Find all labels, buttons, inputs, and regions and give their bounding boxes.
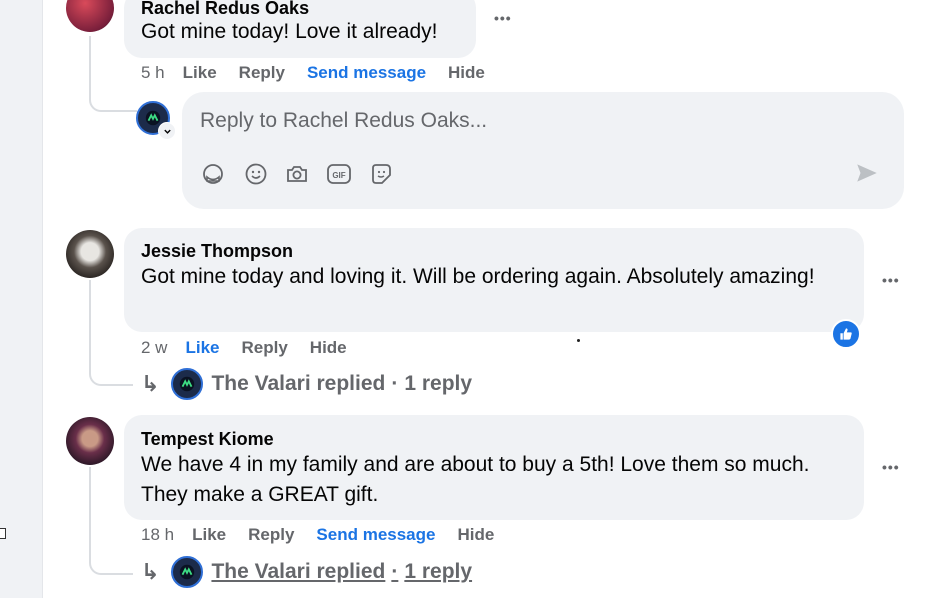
emoji-icon[interactable]: [242, 160, 270, 188]
avatar-jessie[interactable]: [66, 230, 114, 278]
hide-button[interactable]: Hide: [457, 525, 494, 545]
reply-input[interactable]: [198, 102, 802, 140]
page-avatar: [171, 368, 204, 400]
hide-button[interactable]: Hide: [448, 63, 485, 83]
comment-time[interactable]: 2 w: [141, 338, 167, 358]
like-reaction-icon[interactable]: [831, 319, 861, 349]
page-avatar: [171, 556, 204, 588]
like-button[interactable]: Like: [183, 63, 217, 83]
like-button[interactable]: Like: [192, 525, 226, 545]
chevron-down-icon[interactable]: [158, 122, 176, 140]
left-edge-marker: [0, 528, 6, 539]
reply-count[interactable]: 1 reply: [404, 560, 472, 584]
more-options-icon[interactable]: •••: [494, 10, 512, 26]
replied-by-label[interactable]: The Valari replied: [211, 560, 385, 584]
avatar-rachel[interactable]: [66, 0, 114, 32]
brand-logo-icon: [180, 564, 195, 580]
hide-button[interactable]: Hide: [310, 338, 347, 358]
gif-icon[interactable]: GIF: [325, 160, 353, 188]
comment-actions: 5 h Like Reply Send message Hide: [141, 61, 507, 85]
reply-button[interactable]: Reply: [248, 525, 294, 545]
reply-composer: GIF: [182, 92, 904, 209]
svg-text:GIF: GIF: [332, 171, 345, 180]
replied-by-label[interactable]: The Valari replied: [211, 372, 385, 396]
reply-button[interactable]: Reply: [242, 338, 288, 358]
camera-icon[interactable]: [283, 160, 311, 188]
avatar-tempest[interactable]: [66, 417, 114, 465]
comment-author[interactable]: Jessie Thompson: [141, 240, 293, 262]
reply-arrow-icon: ↳: [141, 559, 160, 584]
like-button[interactable]: Like: [185, 338, 219, 358]
comment-text: Got mine today! Love it already!: [141, 20, 438, 43]
reply-button[interactable]: Reply: [239, 63, 285, 83]
send-icon[interactable]: [854, 160, 882, 188]
comment-time[interactable]: 18 h: [141, 525, 174, 545]
stray-pixel: [577, 339, 580, 342]
avatar-sticker-icon[interactable]: [199, 160, 227, 188]
view-replies-link[interactable]: ↳ The Valari replied · 1 reply: [141, 367, 472, 401]
reply-count[interactable]: 1 reply: [404, 372, 472, 396]
separator: ·: [391, 560, 399, 583]
view-replies-link[interactable]: ↳ The Valari replied · 1 reply: [141, 555, 472, 589]
send-message-button[interactable]: Send message: [316, 525, 435, 545]
left-panel-edge: [0, 0, 43, 598]
more-options-icon[interactable]: •••: [882, 272, 900, 288]
separator: ·: [391, 372, 399, 395]
send-message-button[interactable]: Send message: [307, 63, 426, 83]
comment-text: Got mine today and loving it. Will be or…: [141, 265, 815, 288]
sticker-icon[interactable]: [367, 160, 395, 188]
reply-arrow-icon: ↳: [141, 371, 160, 396]
comment-actions: 2 w Like Reply Hide: [141, 336, 369, 360]
comment-author[interactable]: Tempest Kiome: [141, 428, 274, 450]
comment-text: We have 4 in my family and are about to …: [141, 453, 810, 506]
comment-time[interactable]: 5 h: [141, 63, 165, 83]
more-options-icon[interactable]: •••: [882, 459, 900, 475]
comment-actions: 18 h Like Reply Send message Hide: [141, 523, 516, 547]
brand-logo-icon: [180, 376, 195, 392]
